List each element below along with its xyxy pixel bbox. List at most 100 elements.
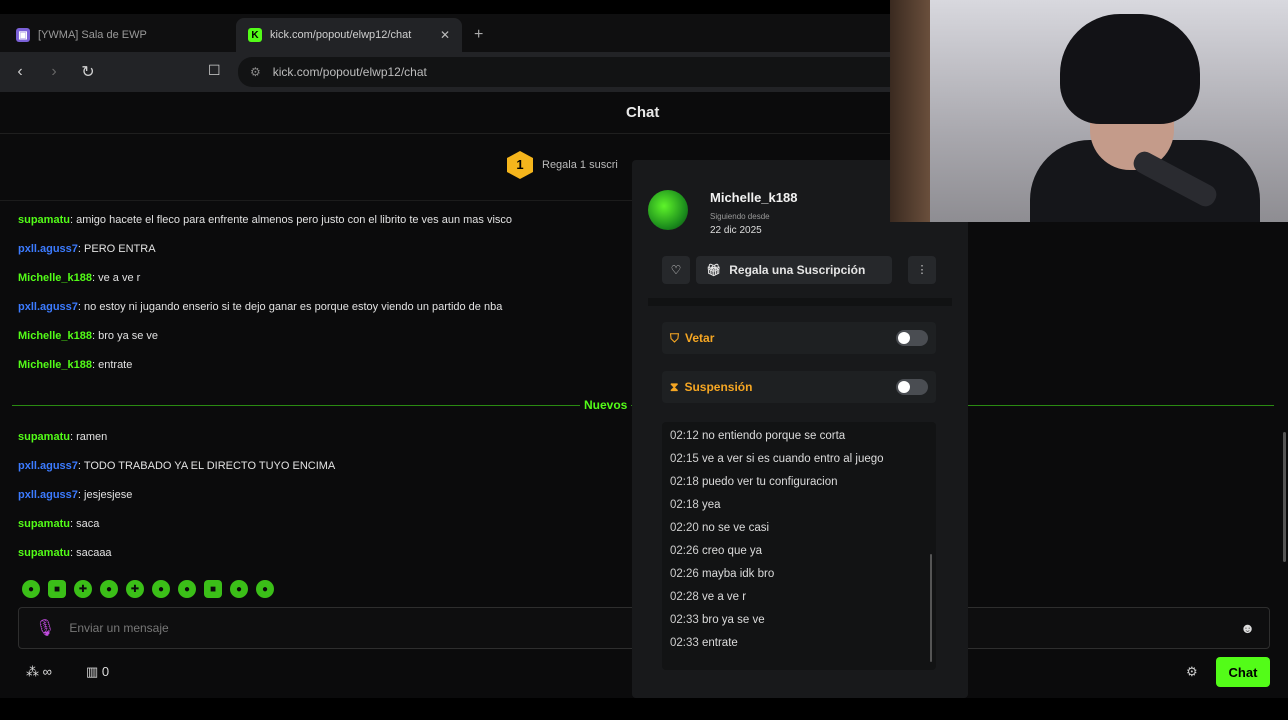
chat-username[interactable]: supamatu — [18, 518, 70, 530]
chat-username[interactable]: Michelle_k188 — [18, 330, 92, 342]
back-icon[interactable]: ‹ — [6, 63, 34, 81]
timeout-row: ⧗ Suspensión — [662, 371, 936, 403]
emote-icon[interactable]: ✚ — [126, 580, 144, 598]
history-text: puedo ver tu configuracion — [701, 476, 838, 488]
chat-username[interactable]: supamatu — [18, 214, 70, 226]
emoji-picker-icon[interactable]: ☻ — [1240, 620, 1255, 636]
chat-username[interactable]: Michelle_k188 — [18, 272, 92, 284]
history-text: ve a ver si es cuando entro al juego — [701, 453, 884, 465]
chat-text: : ve a ve r — [92, 272, 141, 284]
bottom-letterbox — [0, 698, 1288, 720]
history-time: 02:12 — [670, 430, 699, 442]
emote-icon[interactable]: ■ — [48, 580, 66, 598]
gift-subscription-button[interactable]: 🎁︎ Regala una Suscripción — [696, 256, 892, 284]
following-since-label: Siguiendo desde — [710, 212, 770, 221]
history-item: 02:20 no se ve casi — [670, 522, 928, 545]
gift-icon: 🎁︎ — [706, 263, 722, 277]
gift-subscription-label: Regala una Suscripción — [729, 263, 866, 277]
history-text: mayba idk bro — [701, 568, 775, 580]
emote-icon[interactable]: ■ — [204, 580, 222, 598]
timeout-toggle[interactable] — [896, 379, 928, 395]
chat-message: supamatu: amigo hacete el fleco para enf… — [18, 212, 638, 241]
ban-toggle[interactable] — [896, 330, 928, 346]
history-item: 02:18 yea — [670, 499, 928, 522]
microphone-icon[interactable]: 🎙 — [35, 618, 55, 638]
chat-text: : sacaaa — [69, 547, 112, 559]
history-text: no entiendo porque se corta — [701, 430, 846, 442]
user-card-username[interactable]: Michelle_k188 — [710, 190, 797, 205]
emote-bar: ● ■ ✚ ● ✚ ● ● ■ ● ● — [22, 580, 274, 598]
points-value: ∞ — [42, 664, 52, 679]
chat-username[interactable]: pxll.aguss7 — [18, 489, 78, 501]
emote-icon[interactable]: ● — [152, 580, 170, 598]
chat-messages-new: supamatu: ramen pxll.aguss7: TODO TRABAD… — [18, 429, 638, 574]
history-time: 02:28 — [670, 591, 699, 603]
store-count: 0 — [101, 664, 110, 679]
history-item: 02:33 bro ya se ve — [670, 614, 928, 637]
history-item: 02:15 ve a ver si es cuando entro al jue… — [670, 453, 928, 476]
send-chat-button[interactable]: Chat — [1216, 657, 1270, 687]
chat-message: supamatu: ramen — [18, 429, 638, 458]
tab-title: [YWMA] Sala de EWP — [38, 29, 147, 41]
emote-icon[interactable]: ● — [230, 580, 248, 598]
chat-username[interactable]: supamatu — [18, 431, 70, 443]
emote-icon[interactable]: ● — [22, 580, 40, 598]
browser-tab-twitch[interactable]: ▣ [YWMA] Sala de EWP — [4, 18, 230, 52]
chat-username[interactable]: pxll.aguss7 — [18, 460, 78, 472]
site-info-icon[interactable]: ⚙ — [250, 65, 261, 79]
history-time: 02:26 — [670, 568, 699, 580]
tab-title: kick.com/popout/elwp12/chat — [270, 29, 412, 41]
chat-username[interactable]: Michelle_k188 — [18, 359, 92, 371]
chat-message: pxll.aguss7: jesjesjese — [18, 487, 638, 516]
history-item: 02:33 entrate — [670, 637, 928, 660]
history-time: 02:20 — [670, 522, 699, 534]
history-text: bro ya se ve — [701, 614, 765, 626]
webcam-overlay — [890, 0, 1288, 222]
chat-message: pxll.aguss7: TODO TRABADO YA EL DIRECTO … — [18, 458, 638, 487]
chat-message: Michelle_k188: entrate — [18, 357, 638, 386]
store-button[interactable]: ▥ 0 — [86, 664, 109, 680]
emote-icon[interactable]: ● — [178, 580, 196, 598]
pinned-text: Regala 1 suscri — [542, 159, 618, 171]
ban-label: Vetar — [685, 331, 715, 345]
more-icon: ⋮ — [916, 264, 928, 276]
chat-username[interactable]: pxll.aguss7 — [18, 301, 78, 313]
webcam-door — [890, 0, 930, 222]
chat-text: : TODO TRABADO YA EL DIRECTO TUYO ENCIMA — [77, 460, 336, 472]
history-item: 02:12 no entiendo porque se corta — [670, 430, 928, 453]
emote-icon[interactable]: ✚ — [74, 580, 92, 598]
browser-navbar: ‹ › ↻ ☐ ⚙ kick.com/popout/elwp12/chat — [0, 52, 890, 92]
shield-icon: ⛉ — [670, 330, 680, 345]
hourglass-icon: ⧗ — [670, 379, 679, 394]
history-item: 02:26 creo que ya — [670, 545, 928, 568]
history-scrollbar[interactable] — [930, 554, 932, 662]
message-history: 02:12 no entiendo porque se corta 02:15 … — [662, 422, 936, 670]
emote-icon[interactable]: ● — [100, 580, 118, 598]
history-time: 02:15 — [670, 453, 699, 465]
history-text: no se ve casi — [701, 522, 770, 534]
close-tab-icon[interactable]: ✕ — [440, 28, 450, 42]
chat-settings-icon[interactable]: ⚙ — [1186, 664, 1198, 680]
chat-text: : amigo hacete el fleco para enfrente al… — [69, 214, 513, 226]
chat-text: : saca — [69, 518, 100, 530]
more-options-button[interactable]: ⋮ — [908, 256, 936, 284]
emote-icon[interactable]: ● — [256, 580, 274, 598]
bookmark-icon[interactable]: ☐ — [208, 62, 221, 79]
chat-title: Chat — [626, 104, 660, 121]
chat-scrollbar[interactable] — [1283, 432, 1286, 562]
new-tab-button[interactable]: + — [474, 26, 483, 44]
forward-icon[interactable]: › — [40, 63, 68, 81]
channel-points-button[interactable]: ⁂ ∞ — [26, 664, 52, 680]
browser-tabstrip: ▣ [YWMA] Sala de EWP K kick.com/popout/e… — [0, 0, 890, 52]
browser-tab-kick-active[interactable]: K kick.com/popout/elwp12/chat ✕ — [236, 18, 462, 52]
address-bar[interactable]: ⚙ kick.com/popout/elwp12/chat — [238, 57, 890, 87]
chat-message: pxll.aguss7: no estoy ni jugando enserio… — [18, 299, 638, 328]
chat-username[interactable]: pxll.aguss7 — [18, 243, 78, 255]
follow-heart-button[interactable]: ♡ — [662, 256, 690, 284]
history-text: entrate — [701, 637, 738, 649]
history-text: creo que ya — [701, 545, 763, 557]
ban-row: ⛉ Vetar — [662, 322, 936, 354]
chat-username[interactable]: supamatu — [18, 547, 70, 559]
chat-message: pxll.aguss7: PERO ENTRA — [18, 241, 638, 270]
reload-icon[interactable]: ↻ — [74, 62, 102, 82]
